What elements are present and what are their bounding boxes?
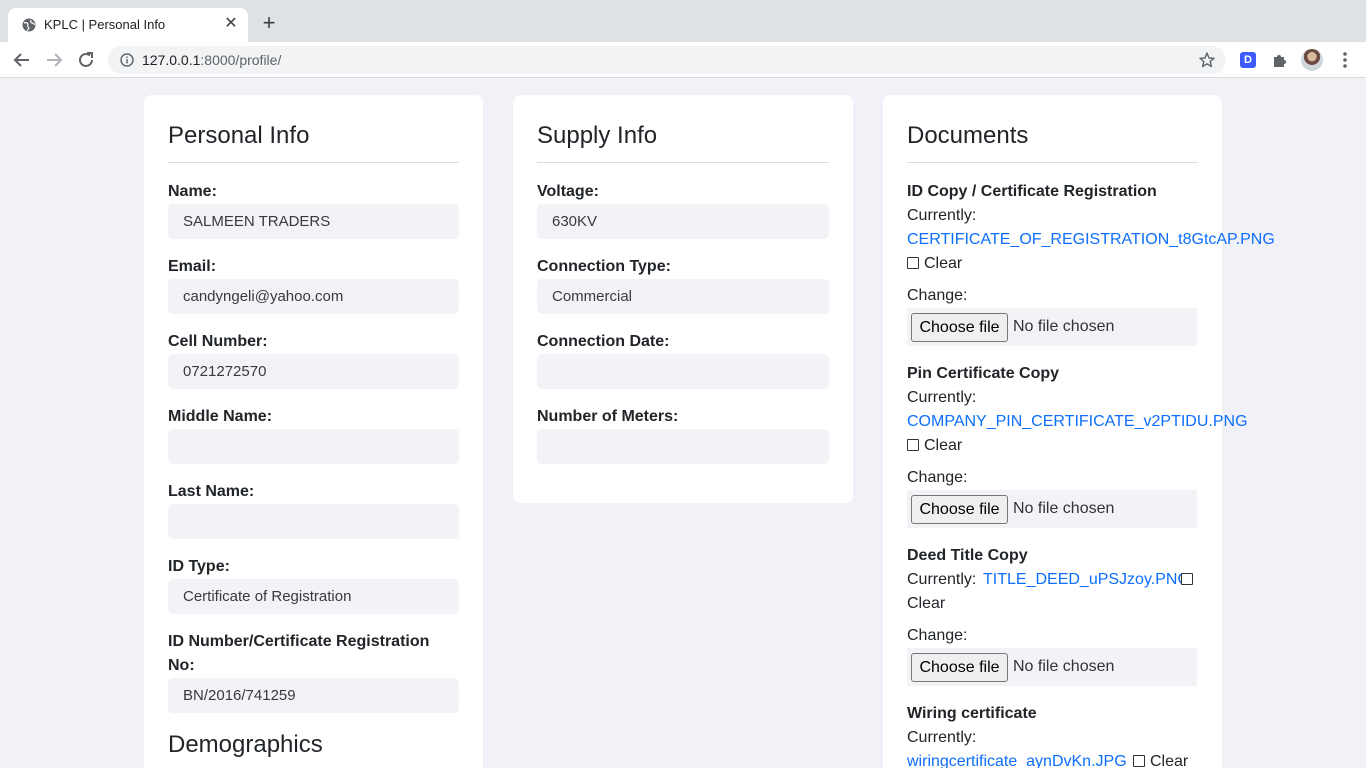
id-type-field[interactable]: Certificate of Registration: [168, 579, 459, 614]
wiring-certificate-label: Wiring certificate: [907, 705, 1037, 722]
divider: [907, 162, 1198, 163]
deed-title-file-link[interactable]: TITLE_DEED_uPSJzoy.PNG: [983, 571, 1190, 589]
supply-info-card: Supply Info Voltage: 630KV Connection Ty…: [513, 95, 853, 503]
url-host: 127.0.0.1: [142, 52, 201, 68]
url-path: :8000/profile/: [200, 52, 282, 68]
wiring-certificate-clear-checkbox[interactable]: [1133, 755, 1145, 767]
clear-label: Clear: [924, 437, 963, 454]
connection-date-label: Connection Date:: [537, 333, 670, 350]
address-bar[interactable]: 127.0.0.1:8000/profile/: [108, 46, 1226, 74]
connection-type-label: Connection Type:: [537, 258, 671, 275]
bookmark-star-icon[interactable]: [1198, 51, 1216, 69]
profile-avatar[interactable]: [1301, 49, 1323, 71]
url-text[interactable]: 127.0.0.1:8000/profile/: [142, 52, 281, 68]
choose-file-button[interactable]: Choose file: [911, 653, 1008, 682]
currently-label: Currently:: [907, 729, 977, 746]
personal-info-title: Personal Info: [168, 122, 310, 149]
browser-tab-strip: KPLC | Personal Info ✕ +: [0, 0, 1366, 42]
back-icon[interactable]: [11, 49, 33, 71]
pin-certificate-file-input: Choose file No file chosen: [907, 490, 1197, 528]
divider: [168, 162, 459, 163]
currently-label: Currently:: [907, 571, 977, 588]
middle-name-field[interactable]: [168, 429, 459, 464]
wiring-certificate-file-link[interactable]: wiringcertificate_aynDvKn.JPG: [907, 753, 1127, 768]
deed-title-file-input: Choose file No file chosen: [907, 648, 1197, 686]
change-label: Change:: [907, 469, 968, 486]
currently-label: Currently:: [907, 207, 977, 224]
change-label: Change:: [907, 287, 968, 304]
id-copy-file-link[interactable]: CERTIFICATE_OF_REGISTRATION_t8GtcAP.PNG: [907, 231, 1275, 249]
browser-toolbar: 127.0.0.1:8000/profile/ D: [0, 42, 1366, 78]
reload-icon[interactable]: [75, 49, 97, 71]
middle-name-label: Middle Name:: [168, 408, 273, 425]
deed-title-label: Deed Title Copy: [907, 547, 1028, 564]
connection-date-field[interactable]: [537, 354, 829, 389]
deed-title-clear-checkbox[interactable]: [1181, 573, 1193, 585]
extensions-puzzle-icon[interactable]: [1271, 51, 1289, 69]
number-of-meters-label: Number of Meters:: [537, 408, 679, 425]
cell-number-label: Cell Number:: [168, 333, 268, 350]
documents-title: Documents: [907, 122, 1029, 149]
id-number-label: ID Number/Certificate Registration: [168, 633, 430, 650]
email-label: Email:: [168, 258, 217, 275]
pin-certificate-file-link[interactable]: COMPANY_PIN_CERTIFICATE_v2PTIDU.PNG: [907, 413, 1248, 431]
site-info-icon[interactable]: [120, 53, 134, 67]
cell-number-field[interactable]: 0721272570: [168, 354, 459, 389]
id-number-label-cont: No:: [168, 657, 195, 674]
clear-label: Clear: [907, 595, 946, 612]
more-menu-icon[interactable]: [1336, 50, 1354, 70]
id-type-label: ID Type:: [168, 558, 230, 575]
id-copy-clear-checkbox[interactable]: [907, 257, 919, 269]
globe-icon: [22, 18, 36, 32]
connection-type-field[interactable]: Commercial: [537, 279, 829, 314]
no-file-chosen-text: No file chosen: [1013, 658, 1115, 675]
supply-info-title: Supply Info: [537, 122, 658, 149]
choose-file-button[interactable]: Choose file: [911, 313, 1008, 342]
id-number-field[interactable]: BN/2016/741259: [168, 678, 459, 713]
tab-title: KPLC | Personal Info: [44, 17, 166, 32]
documents-card: Documents ID Copy / Certificate Registra…: [883, 95, 1275, 768]
personal-info-card: Personal Info Name: SALMEEN TRADERS Emai…: [144, 95, 483, 768]
number-of-meters-field[interactable]: [537, 429, 829, 464]
email-field[interactable]: candyngeli@yahoo.com: [168, 279, 459, 314]
no-file-chosen-text: No file chosen: [1013, 500, 1115, 517]
forward-icon[interactable]: [43, 49, 65, 71]
voltage-label: Voltage:: [537, 183, 599, 200]
clear-label: Clear: [924, 255, 963, 272]
no-file-chosen-text: No file chosen: [1013, 318, 1115, 335]
divider: [537, 162, 829, 163]
choose-file-button[interactable]: Choose file: [911, 495, 1008, 524]
change-label: Change:: [907, 627, 968, 644]
last-name-field[interactable]: [168, 504, 459, 539]
extension-d-icon[interactable]: D: [1240, 52, 1256, 68]
pin-certificate-clear-checkbox[interactable]: [907, 439, 919, 451]
close-tab-icon[interactable]: ✕: [222, 15, 240, 33]
pin-certificate-label: Pin Certificate Copy: [907, 365, 1060, 382]
last-name-label: Last Name:: [168, 483, 255, 500]
id-copy-label: ID Copy / Certificate Registration: [907, 183, 1157, 200]
voltage-field[interactable]: 630KV: [537, 204, 829, 239]
name-label: Name:: [168, 183, 217, 200]
clear-label: Clear: [1150, 753, 1189, 768]
currently-label: Currently:: [907, 389, 977, 406]
new-tab-icon[interactable]: +: [258, 12, 280, 34]
demographics-title: Demographics: [168, 731, 323, 758]
name-field[interactable]: SALMEEN TRADERS: [168, 204, 459, 239]
id-copy-file-input: Choose file No file chosen: [907, 308, 1197, 346]
browser-tab[interactable]: KPLC | Personal Info ✕: [8, 8, 248, 42]
